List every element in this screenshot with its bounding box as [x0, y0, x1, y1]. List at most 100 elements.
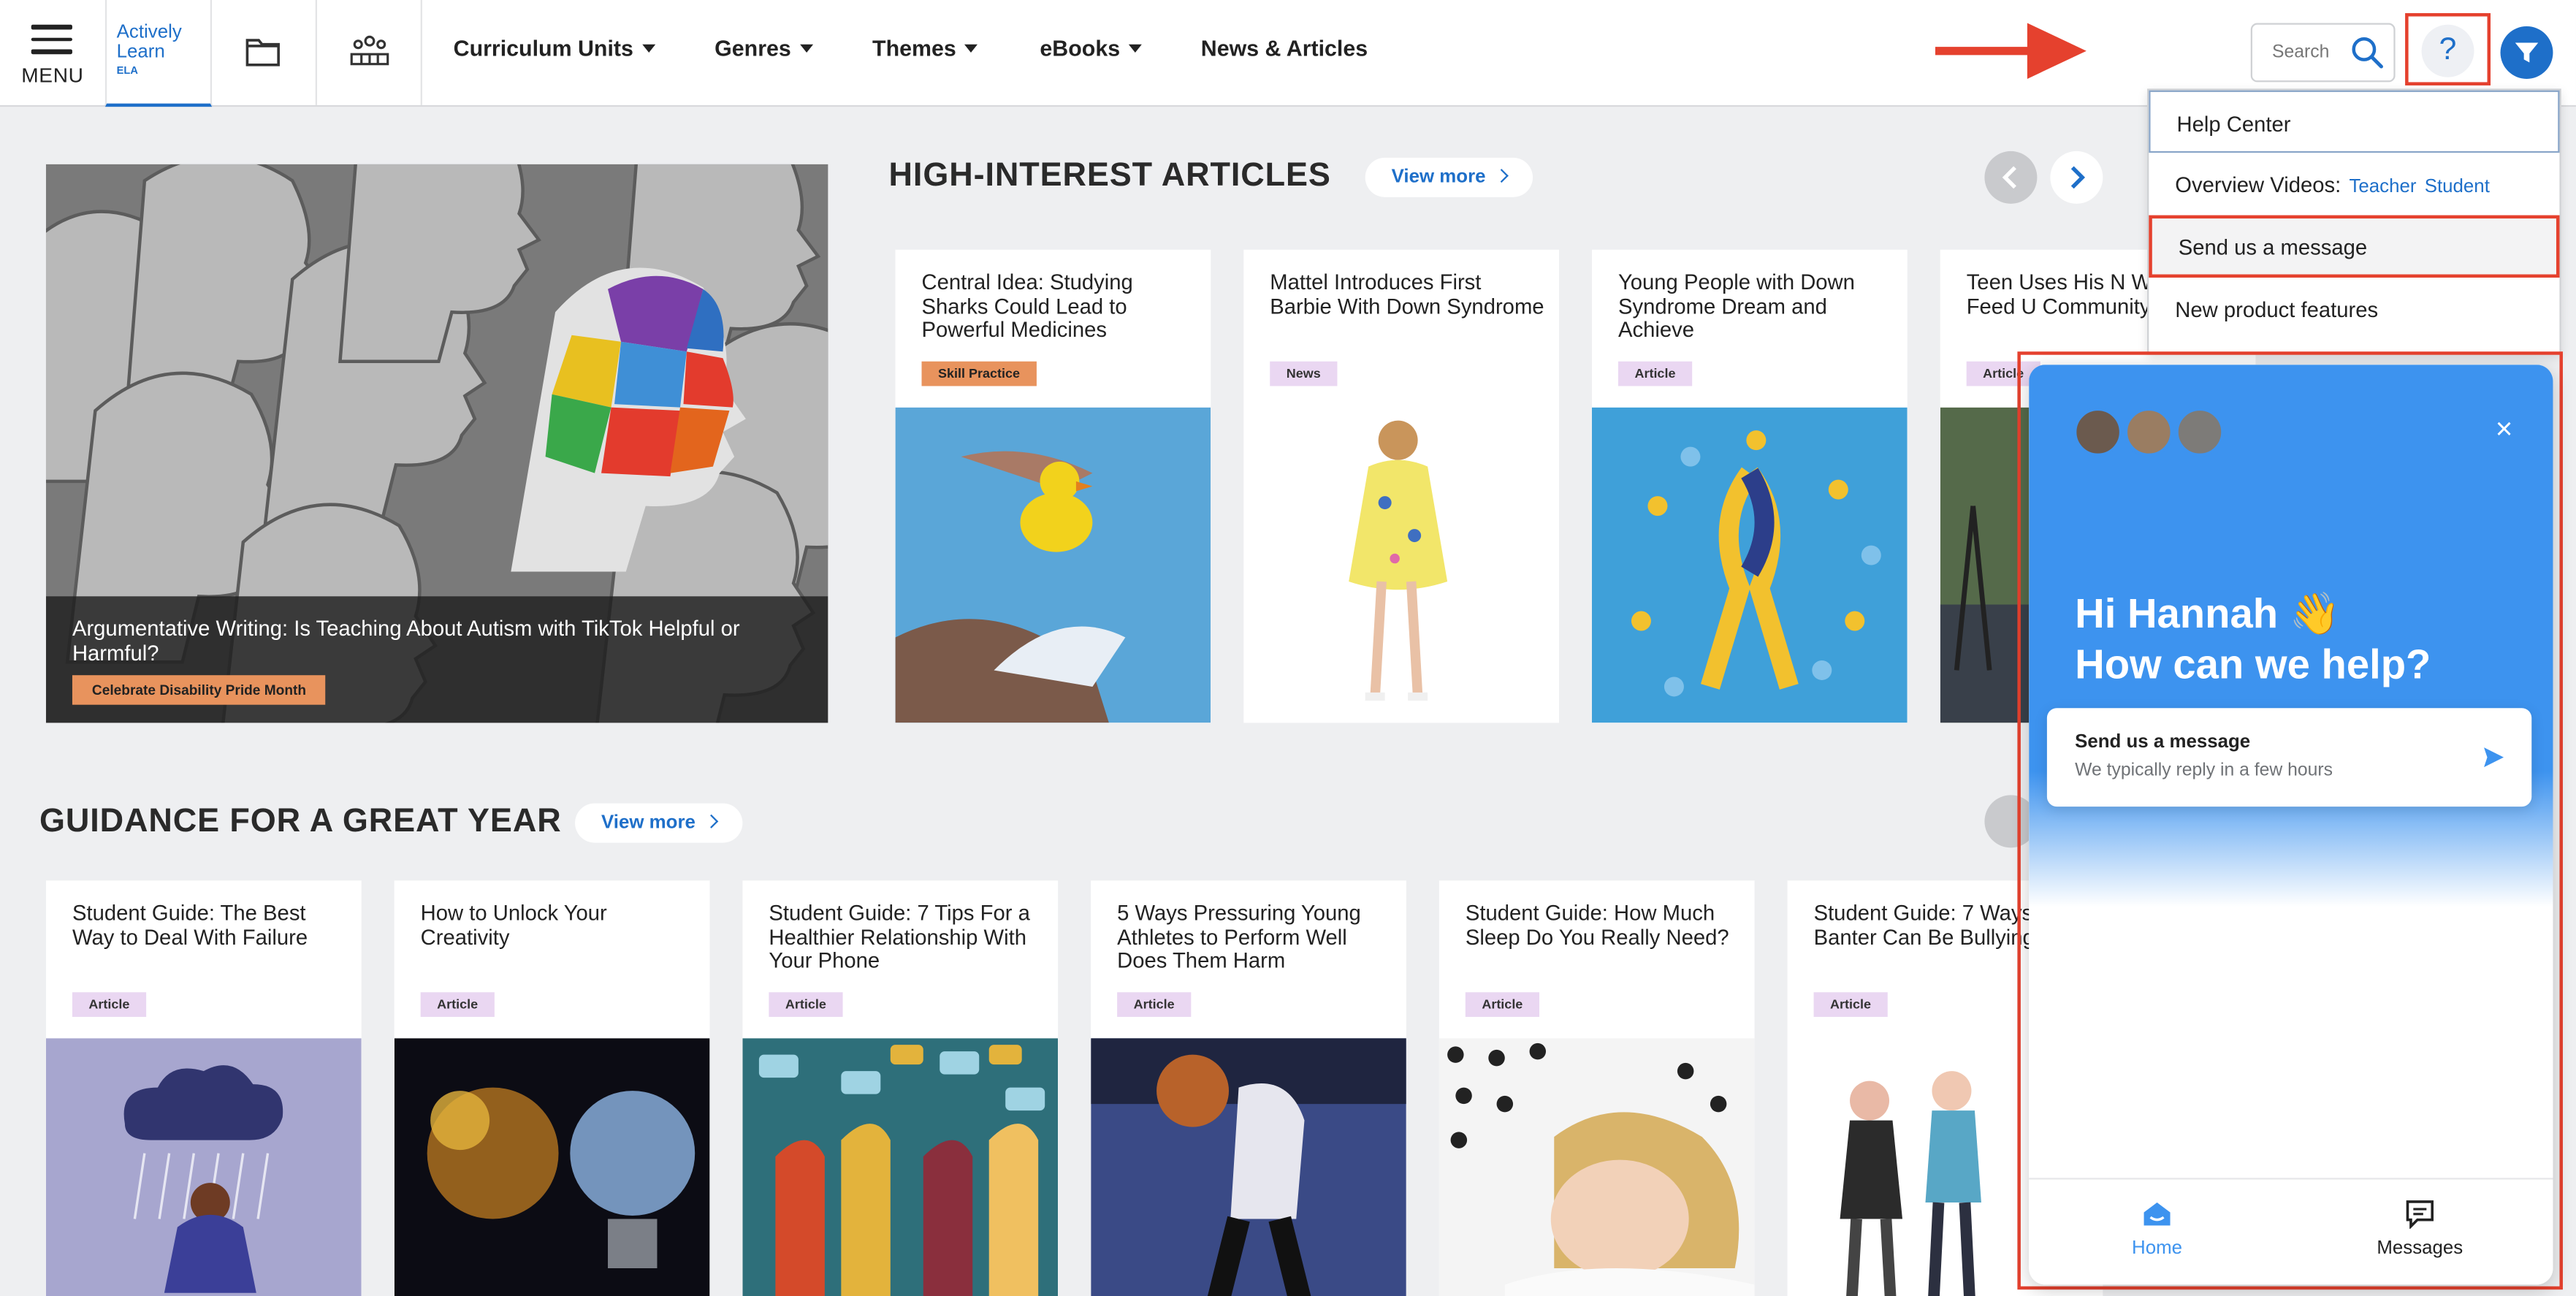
card-badge: Article — [1117, 992, 1192, 1017]
view-more-label: View more — [601, 813, 696, 834]
card-image-athlete — [1091, 1038, 1406, 1296]
article-card[interactable]: Student Guide: 7 Tips For a Healthier Re… — [742, 880, 1059, 1296]
article-card[interactable]: Student Guide: The Best Way to Deal With… — [45, 880, 362, 1296]
home-icon — [2144, 1202, 2171, 1226]
tab-messages-label: Messages — [2377, 1238, 2463, 1259]
nav-label: News & Articles — [1200, 36, 1368, 61]
chevron-right-icon — [2070, 166, 2086, 189]
overview-student-link[interactable]: Student — [2425, 178, 2490, 197]
card-title: Central Idea: Studying Sharks Could Lead… — [921, 269, 1133, 342]
card-title: 5 Ways Pressuring Young Athletes to Perf… — [1117, 900, 1361, 973]
help-center-item[interactable]: Help Center — [2149, 90, 2560, 153]
card-image-phones — [742, 1038, 1059, 1296]
nav-themes[interactable]: Themes — [872, 36, 978, 61]
caret-down-icon — [799, 44, 813, 53]
carousel-next-button[interactable] — [2050, 150, 2103, 204]
nav-label: Curriculum Units — [453, 36, 633, 61]
card-title: How to Unlock Your Creativity — [420, 900, 607, 949]
caret-down-icon — [641, 44, 655, 53]
avatar — [2073, 407, 2123, 457]
caret-down-icon — [1128, 44, 1142, 53]
chevron-right-icon — [704, 814, 719, 828]
article-card[interactable]: 5 Ways Pressuring Young Athletes to Perf… — [1091, 880, 1406, 1296]
help-button[interactable]: ? — [2405, 12, 2491, 85]
card-image-sleeping — [1438, 1038, 1755, 1296]
send-message-card[interactable]: Send us a message We typically reply in … — [2046, 708, 2532, 807]
messenger-widget: × Hi Hannah 👋 How can we help? Send us a… — [2029, 365, 2553, 1285]
card-image-barbie — [1243, 407, 1560, 723]
messenger-greeting: Hi Hannah 👋 How can we help? — [2075, 590, 2431, 691]
overview-teacher-link[interactable]: Teacher — [2349, 178, 2416, 197]
avatar — [2175, 407, 2225, 457]
messenger-tab-bar: Home Messages — [2029, 1178, 2553, 1285]
search-placeholder: Search — [2271, 42, 2330, 63]
card-title: Student Guide: How Much Sleep Do You Rea… — [1465, 900, 1729, 949]
article-card[interactable]: Young People with Down Syndrome Dream an… — [1591, 249, 1908, 723]
overview-videos-item: Overview Videos: Teacher Student — [2149, 153, 2559, 215]
view-more-button-guidance[interactable]: View more — [575, 803, 744, 843]
hamburger-icon — [31, 24, 72, 54]
classes-button[interactable] — [316, 0, 422, 105]
menu-label: MENU — [21, 64, 84, 88]
nav-label: eBooks — [1040, 36, 1121, 61]
view-more-label: View more — [1391, 167, 1486, 188]
card-image-lightbulb — [394, 1038, 710, 1296]
actively-learn-logo[interactable]: Actively Learn ELA — [104, 0, 213, 107]
new-product-features-label: New product features — [2175, 297, 2379, 322]
hero-caption: Argumentative Writing: Is Teaching About… — [45, 596, 828, 723]
tab-home[interactable]: Home — [2059, 1200, 2256, 1259]
send-message-label: Send us a message — [2178, 235, 2368, 260]
library-button[interactable] — [210, 0, 317, 105]
hero-feature-card[interactable]: Argumentative Writing: Is Teaching About… — [45, 164, 828, 723]
caret-down-icon — [964, 44, 978, 53]
card-title: Young People with Down Syndrome Dream an… — [1617, 269, 1855, 342]
card-badge: News — [1270, 361, 1338, 386]
nav-label: Genres — [715, 36, 791, 61]
search-input[interactable]: Search — [2250, 23, 2396, 83]
folder-icon — [245, 39, 280, 66]
section-title-guidance: GUIDANCE FOR A GREAT YEAR — [39, 803, 562, 840]
nav-genres[interactable]: Genres — [715, 36, 813, 61]
filter-button[interactable] — [2500, 26, 2553, 79]
article-card[interactable]: Student Guide: How Much Sleep Do You Rea… — [1438, 880, 1755, 1296]
card-title: Mattel Introduces First Barbie With Down… — [1270, 269, 1544, 319]
filter-icon — [2515, 42, 2539, 63]
chevron-right-icon — [1495, 169, 1509, 183]
view-more-button-high-interest[interactable]: View more — [1365, 157, 1533, 197]
nav-label: Themes — [872, 36, 956, 61]
logo-line-2: Learn — [116, 42, 165, 63]
carousel-prev-button[interactable] — [1984, 150, 2038, 204]
card-title: Student Guide: The Best Way to Deal With… — [72, 900, 308, 949]
arrow-right-icon — [1935, 23, 2087, 79]
send-message-card-subtitle: We typically reply in a few hours — [2075, 761, 2333, 781]
nav-ebooks[interactable]: eBooks — [1040, 36, 1142, 61]
nav-news-articles[interactable]: News & Articles — [1201, 36, 1368, 61]
new-product-features-item[interactable]: New product features — [2149, 278, 2559, 340]
question-mark-icon: ? — [2421, 24, 2474, 77]
card-badge: Article — [1465, 992, 1539, 1017]
overview-videos-label: Overview Videos: — [2175, 172, 2341, 197]
nav-curriculum-units[interactable]: Curriculum Units — [454, 36, 655, 61]
send-message-item[interactable]: Send us a message — [2149, 215, 2560, 278]
article-card[interactable]: How to Unlock Your Creativity Article — [394, 880, 710, 1296]
avatar — [2124, 407, 2174, 457]
logo-line-1: Actively — [116, 23, 182, 43]
send-message-card-title: Send us a message — [2075, 732, 2251, 752]
greeting-line-1: Hi Hannah 👋 — [2075, 591, 2341, 638]
card-image-rain-cloud — [45, 1038, 362, 1296]
card-badge: Article — [1813, 992, 1888, 1017]
tab-home-label: Home — [2132, 1238, 2183, 1259]
hero-title: Argumentative Writing: Is Teaching About… — [72, 616, 740, 666]
article-card[interactable]: Central Idea: Studying Sharks Could Lead… — [895, 249, 1211, 723]
close-icon[interactable]: × — [2496, 414, 2513, 443]
article-card[interactable]: Mattel Introduces First Barbie With Down… — [1243, 249, 1560, 723]
help-dropdown-menu: Help Center Overview Videos: Teacher Stude… — [2147, 88, 2561, 355]
card-title: Student Guide: 7 Tips For a Healthier Re… — [769, 900, 1030, 973]
card-image-shark-duck — [895, 407, 1211, 723]
tab-messages[interactable]: Messages — [2321, 1200, 2518, 1259]
card-badge: Article — [769, 992, 843, 1017]
card-badge: Article — [1617, 361, 1692, 386]
card-image-ribbon — [1591, 407, 1908, 723]
greeting-line-2: How can we help? — [2075, 642, 2431, 689]
menu-button[interactable]: MENU — [0, 0, 105, 105]
